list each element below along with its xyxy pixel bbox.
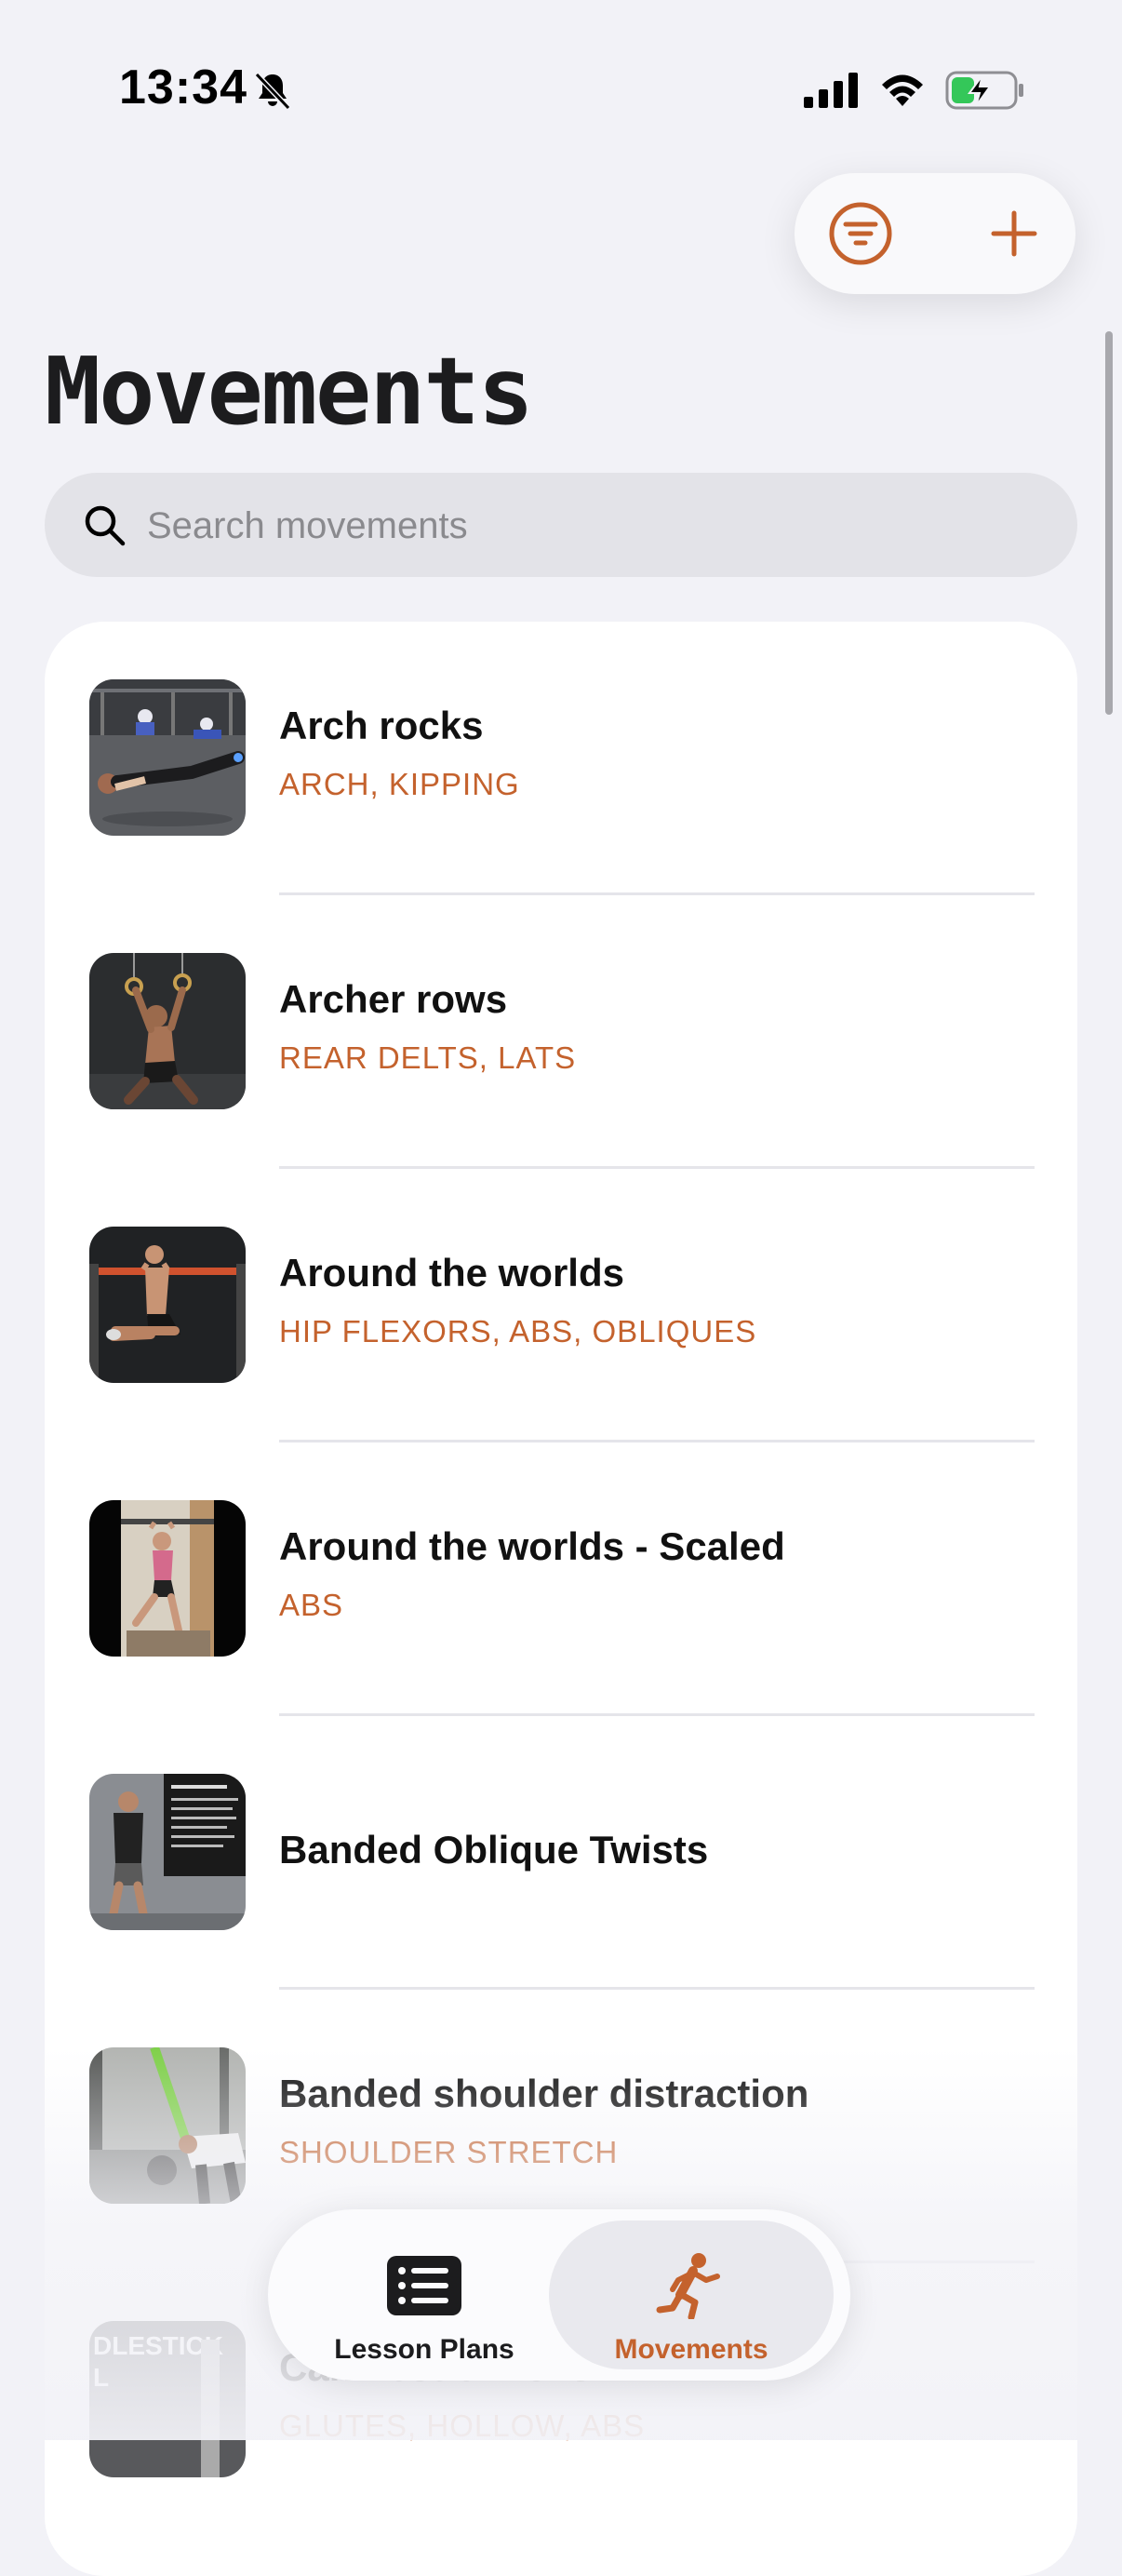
wifi-icon [882,74,923,106]
movement-thumbnail [89,953,246,1109]
movement-name: Around the worlds [279,1251,624,1295]
tab-bar: Lesson Plans Movements [268,2209,850,2381]
movement-tags: REAR DELTS, LATS [279,1040,577,1075]
page-title: Movements [45,337,534,446]
svg-text:L: L [93,2363,109,2392]
movement-tags: SHOULDER STRETCH [279,2135,619,2169]
search-input[interactable] [145,473,1042,579]
movement-name: Banded Oblique Twists [279,1828,709,1872]
running-figure-icon [656,2253,720,2319]
filter-icon[interactable] [828,201,893,266]
movement-name: Archer rows [279,977,508,1021]
movement-thumbnail [89,1500,246,1657]
add-movement-button[interactable] [984,204,1044,263]
toolbar-actions [795,173,1075,294]
tab-lesson-plans[interactable]: Lesson Plans [285,2220,564,2369]
status-time: 13:34 [119,60,247,114]
list-item[interactable]: Around the worlds - Scaled ABS [45,1442,1077,1716]
tab-label: Lesson Plans [334,2334,514,2365]
movement-tags: ARCH, KIPPING [279,767,520,801]
movement-thumbnail [89,1774,246,1930]
bell-muted-icon [254,72,291,111]
tab-label: Movements [614,2334,768,2365]
movement-thumbnail [89,2047,246,2204]
search-icon [85,505,126,546]
battery-charging-icon [945,71,1023,110]
list-icon [387,2256,461,2315]
movement-name: Arch rocks [279,704,484,747]
movement-thumbnail: DLESTICK L [89,2321,246,2477]
movement-thumbnail [89,679,246,836]
list-item[interactable]: Banded Oblique Twists [45,1716,1077,1990]
movement-tags: ABS [279,1588,344,1622]
movement-name: Around the worlds - Scaled [279,1524,785,1568]
list-item[interactable]: Arch rocks ARCH, KIPPING [45,622,1077,895]
search-bar[interactable] [45,473,1077,579]
movement-tags: GLUTES, HOLLOW, ABS [279,2408,646,2443]
status-bar: 13:34 [0,0,1122,177]
list-item[interactable]: Around the worlds HIP FLEXORS, ABS, OBLI… [45,1169,1077,1442]
movement-thumbnail [89,1227,246,1383]
list-item[interactable]: Archer rows REAR DELTS, LATS [45,895,1077,1169]
tab-movements[interactable]: Movements [549,2220,834,2369]
cellular-signal-icon [804,73,858,108]
movement-name: Banded shoulder distraction [279,2072,809,2115]
scroll-indicator[interactable] [1105,331,1113,715]
movement-tags: HIP FLEXORS, ABS, OBLIQUES [279,1314,757,1348]
